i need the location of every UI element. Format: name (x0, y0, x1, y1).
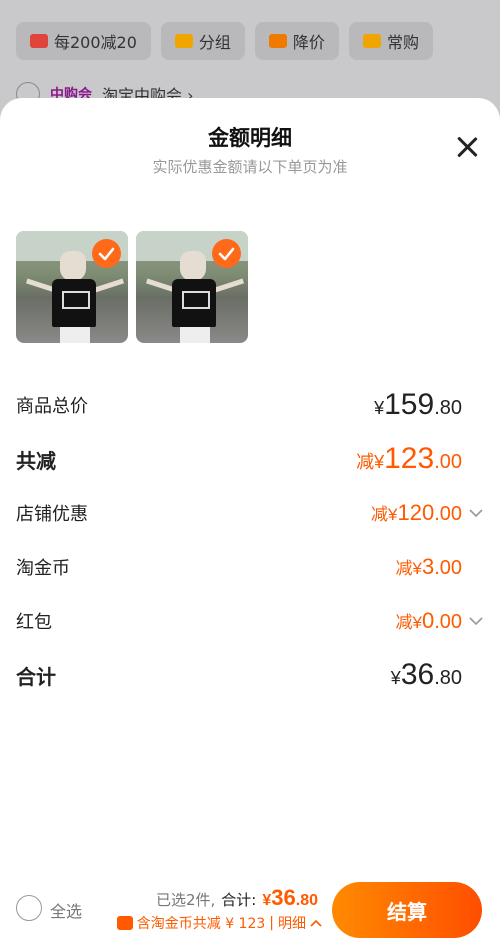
select-all-label[interactable]: 全选 (50, 898, 82, 922)
row-total-reduce: 共减 减¥ 123.00 (16, 432, 484, 486)
amount-breakdown: 商品总价 ¥159.80 共减 减¥ 123.00 店铺优惠 减¥ 120.00 淘… (16, 378, 484, 702)
coupon-icon (116, 916, 133, 930)
close-icon[interactable] (456, 136, 478, 158)
separator: | (269, 915, 274, 931)
row-label: 淘金币 (16, 558, 70, 579)
folder-icon (174, 34, 193, 48)
filter-chip-group[interactable]: 分组 (160, 22, 245, 60)
row-goods-total: 商品总价 ¥159.80 (16, 378, 484, 432)
product-thumbnail[interactable] (136, 231, 248, 343)
row-label: 合计 (16, 664, 56, 689)
product-thumbnail[interactable] (16, 231, 128, 343)
checkout-button[interactable]: 结算 (332, 882, 482, 938)
filter-chip-label: 降价 (292, 33, 325, 52)
row-sum: 合计 ¥36.80 (16, 648, 484, 702)
row-label: 商品总价 (16, 396, 88, 417)
sum-value: ¥36.80 (390, 658, 462, 691)
filter-chip-label: 常购 (386, 33, 419, 52)
red-packet-value: 减¥ 0.00 (395, 608, 484, 634)
chevron-down-icon[interactable] (468, 616, 484, 626)
filter-bar: 每200减20 分组 降价 常购 (16, 22, 500, 60)
order-summary: 已选2件, 合计: ¥36.80 (156, 885, 318, 911)
shop-discount-value: 减¥ 120.00 (371, 500, 484, 526)
sheet-subtitle: 实际优惠金额请以下单页为准 (152, 158, 348, 176)
cart-icon (362, 34, 381, 48)
goods-total-value: ¥159.80 (374, 388, 462, 421)
saving-detail-toggle[interactable]: 含淘金币共减 ¥ 123 | 明细 (116, 913, 322, 933)
total-amount: ¥36.80 (262, 885, 318, 910)
detail-label: 明细 (278, 916, 306, 932)
filter-chip-frequent[interactable]: 常购 (348, 22, 433, 60)
sheet-title: 金额明细 (208, 126, 292, 150)
taojinbi-value: 减¥ 3.00 (395, 554, 462, 579)
row-label: 红包 (16, 612, 52, 633)
item-thumbnails (16, 231, 248, 343)
filter-chip-discount[interactable]: 每200减20 (16, 22, 151, 60)
select-all-radio[interactable] (16, 895, 42, 921)
saving-text: 含淘金币共减 ¥ 123 (136, 916, 266, 932)
total-label: 合计: (221, 891, 257, 909)
filter-chip-label: 分组 (198, 33, 231, 52)
total-reduce-value: 减¥ 123.00 (356, 442, 462, 475)
chevron-down-icon[interactable] (468, 508, 484, 518)
row-shop-discount[interactable]: 店铺优惠 减¥ 120.00 (16, 486, 484, 540)
row-taojinbi: 淘金币 减¥ 3.00 (16, 540, 484, 594)
row-label: 店铺优惠 (16, 504, 88, 525)
filter-chip-label: 每200减20 (54, 33, 137, 52)
checkmark-icon[interactable] (92, 239, 121, 268)
filter-chip-price-drop[interactable]: 降价 (254, 22, 339, 60)
chevron-up-icon (310, 919, 322, 927)
checkmark-icon[interactable] (212, 239, 241, 268)
shop-icon (30, 34, 48, 48)
amount-detail-sheet: 金额明细 实际优惠金额请以下单页为准 商品总价 ¥159.80 共减 减¥ 12… (0, 98, 500, 945)
selected-count: 已选2件, (155, 891, 216, 909)
row-red-packet[interactable]: 红包 减¥ 0.00 (16, 594, 484, 648)
checkout-bar: 全选 已选2件, 合计: ¥36.80 含淘金币共减 ¥ 123 | 明细 结算 (0, 870, 500, 945)
down-arrow-icon (268, 34, 287, 48)
row-label: 共减 (16, 448, 56, 473)
